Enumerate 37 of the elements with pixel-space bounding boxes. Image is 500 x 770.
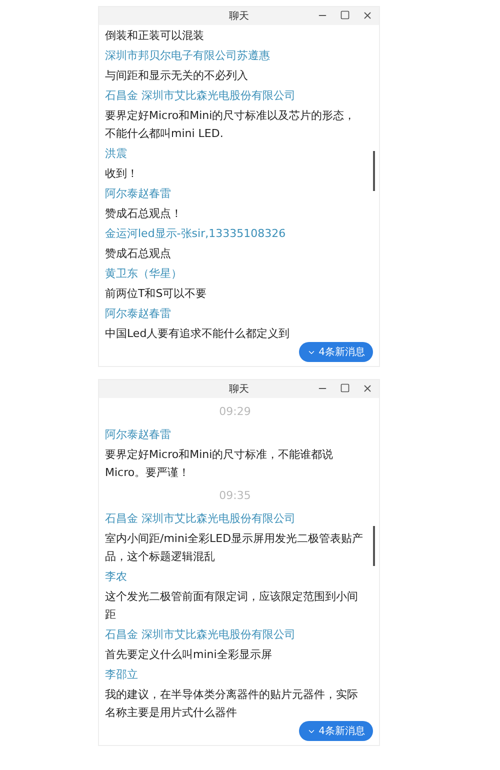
message-text: 要界定好Micro和Mini的尺寸标准，不能谁都说Micro。要严谨！ <box>105 447 334 481</box>
message-text: 与间距和显示无关的不必列入 <box>105 68 248 84</box>
message-text: 倒装和正装可以混装 <box>105 28 204 44</box>
message-text: 中国Led人要有追求不能什么都定义到 <box>105 326 290 342</box>
sender-name: 洪震 <box>105 146 127 162</box>
message-text: 这个发光二极管前面有限定词，应该限定范围到小间距 <box>105 589 359 623</box>
message-text: 要界定好Micro和Mini的尺寸标准以及芯片的形态，不能什么都叫mini LED. <box>105 108 356 142</box>
new-messages-button[interactable]: 4条新消息 <box>298 342 373 362</box>
timestamp: 09:29 <box>219 404 251 420</box>
sender-name: 石昌金 深圳市艾比森光电股份有限公司 <box>105 88 296 104</box>
message-text: 我的建议，在半导体类分离器件的贴片元器件，实际名称主要是用片式什么器件 <box>105 687 359 721</box>
sender-name: 阿尔泰赵春雷 <box>105 306 171 322</box>
sender-name: 黄卫东（华星） <box>105 266 182 282</box>
message-text: 赞成石总观点！ <box>105 206 182 222</box>
close-icon[interactable] <box>362 383 373 394</box>
message-text: 前两位T和S可以不要 <box>105 286 207 302</box>
scrollbar-thumb[interactable] <box>373 150 375 191</box>
window-title: 聊天 <box>229 383 249 396</box>
message-text: 赞成石总观点 <box>105 246 171 262</box>
scrollbar-thumb[interactable] <box>373 526 375 566</box>
sender-name: 李农 <box>105 569 127 585</box>
sender-name: 阿尔泰赵春雷 <box>105 427 171 443</box>
timestamp: 09:35 <box>219 488 251 504</box>
message-text: 室内小间距/mini全彩LED显示屏用发光二极管表贴产品，这个标题逻辑混乱 <box>105 531 364 565</box>
sender-name: 深圳市邦贝尔电子有限公司苏遵惠 <box>105 48 270 64</box>
maximize-icon[interactable] <box>340 10 350 20</box>
window-title: 聊天 <box>229 10 249 23</box>
close-icon[interactable] <box>362 10 373 21</box>
new-messages-button[interactable]: 4条新消息 <box>298 721 373 741</box>
sender-name: 李邵立 <box>105 667 138 683</box>
message-text: 首先要定义什么叫mini全彩显示屏 <box>105 647 272 663</box>
maximize-icon[interactable] <box>340 383 350 393</box>
sender-name: 石昌金 深圳市艾比森光电股份有限公司 <box>105 627 296 643</box>
message-text: 收到！ <box>105 166 138 182</box>
sender-name: 石昌金 深圳市艾比森光电股份有限公司 <box>105 511 296 527</box>
sender-name: 金运河led显示-张sir,13335108326 <box>105 226 286 242</box>
sender-name: 阿尔泰赵春雷 <box>105 186 171 202</box>
